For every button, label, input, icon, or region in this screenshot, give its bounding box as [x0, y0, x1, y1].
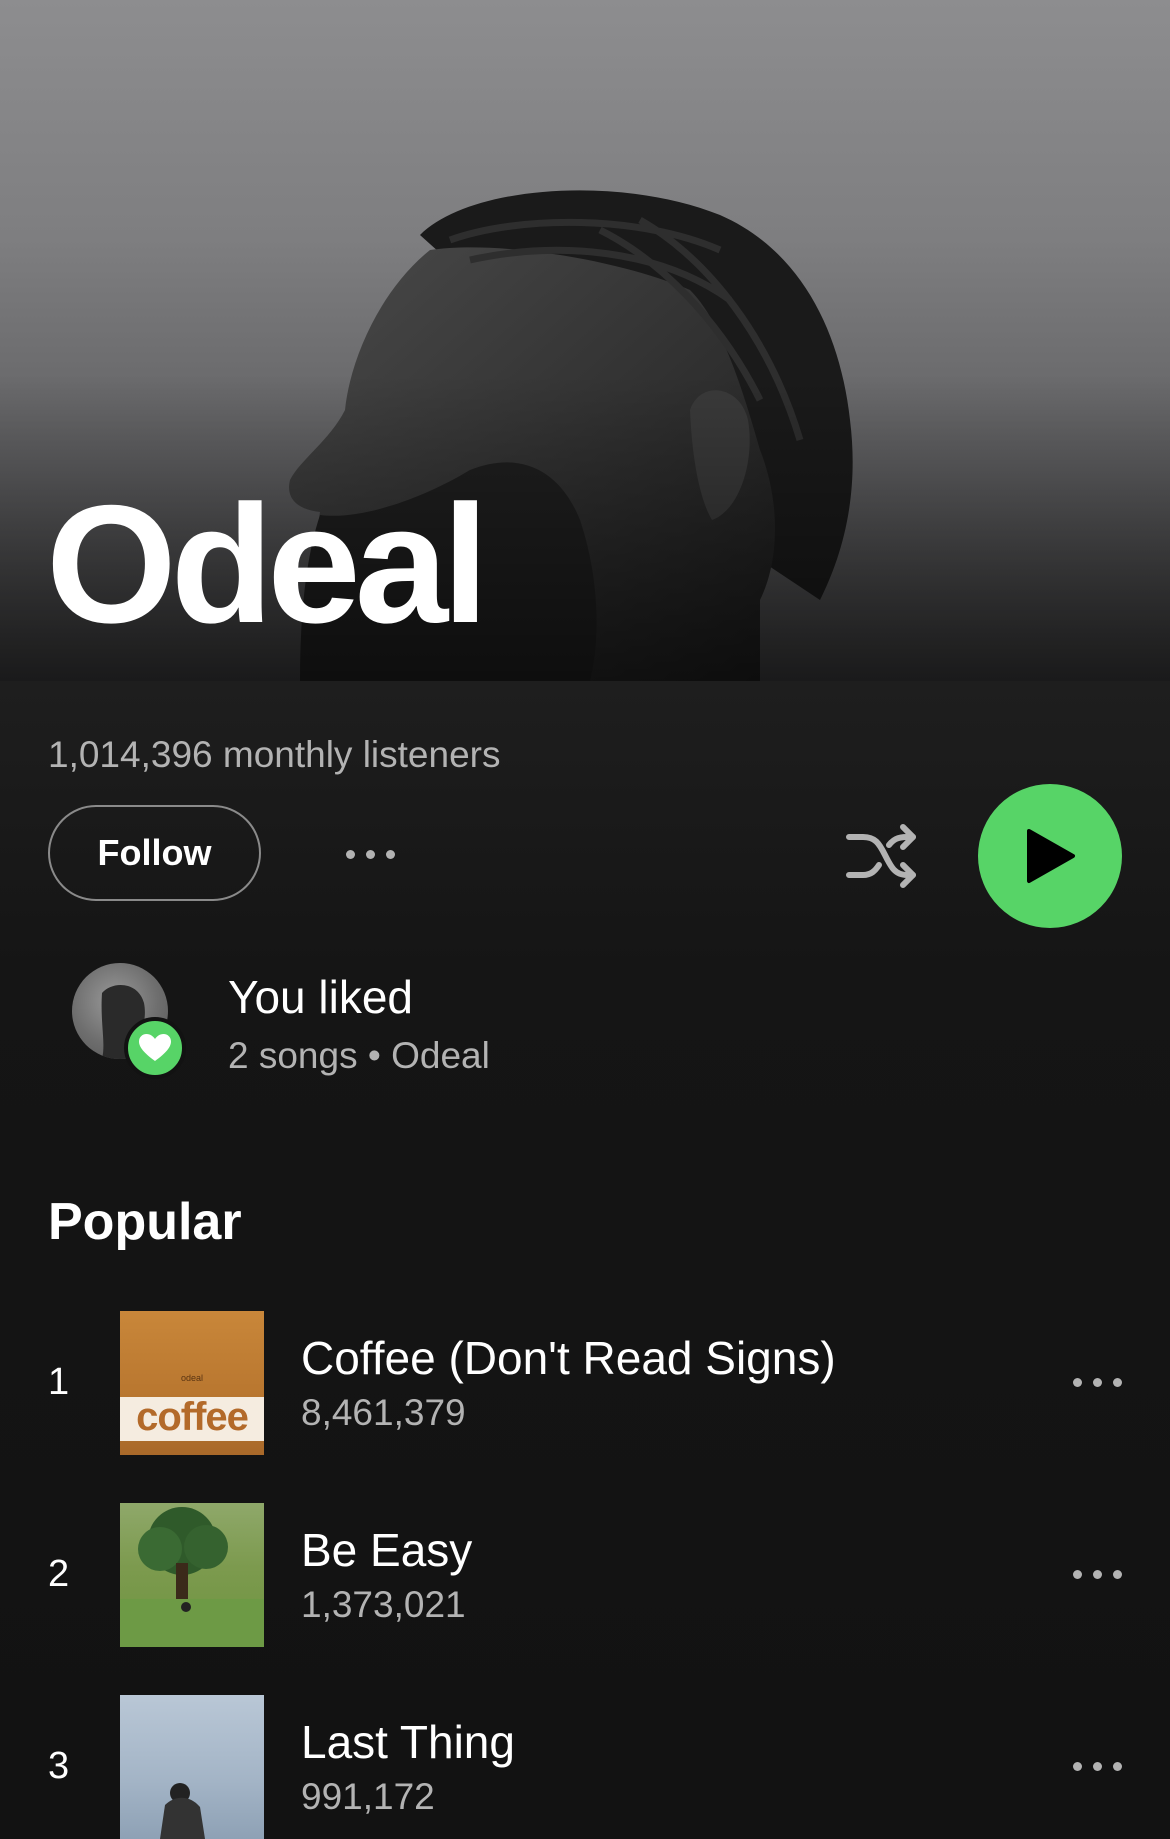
more-options-icon[interactable]: [346, 850, 395, 859]
track-plays: 991,172: [301, 1776, 435, 1817]
popular-heading: Popular: [48, 1193, 242, 1251]
track-rank: 1: [48, 1361, 70, 1403]
track-title: Coffee (Don't Read Signs): [301, 1332, 836, 1384]
track-cover-coffee: coffee odeal: [120, 1311, 264, 1455]
follow-button[interactable]: Follow: [48, 805, 261, 901]
track-row[interactable]: 1 coffee odeal Coffee (Don't Read Signs)…: [0, 1311, 1170, 1455]
track-rank: 3: [48, 1745, 70, 1787]
track-rank: 2: [48, 1553, 70, 1595]
artist-hero-image: Odeal: [0, 0, 1170, 681]
shuffle-icon[interactable]: [845, 823, 919, 889]
play-icon: [1027, 829, 1075, 883]
play-button[interactable]: [978, 784, 1122, 928]
heart-icon: [124, 1017, 186, 1079]
artist-name: Odeal: [46, 470, 489, 658]
liked-subtitle: 2 songs • Odeal: [228, 1035, 490, 1076]
track-plays: 1,373,021: [301, 1584, 466, 1625]
track-row[interactable]: 2 Be Easy 1,373,021: [0, 1503, 1170, 1647]
track-row[interactable]: 3 Last Thing 991,172: [0, 1695, 1170, 1839]
cover-small-text: odeal: [180, 1373, 204, 1383]
track-more-icon[interactable]: [1073, 1762, 1122, 1771]
cover-text: coffee: [136, 1395, 249, 1439]
track-more-icon[interactable]: [1073, 1378, 1122, 1387]
track-cover-be-easy: [120, 1503, 264, 1647]
liked-title[interactable]: You liked: [228, 970, 413, 1024]
track-title: Last Thing: [301, 1716, 515, 1768]
track-plays: 8,461,379: [301, 1392, 466, 1433]
monthly-listeners: 1,014,396 monthly listeners: [48, 734, 501, 775]
track-more-icon[interactable]: [1073, 1570, 1122, 1579]
track-title: Be Easy: [301, 1524, 473, 1576]
track-cover-last-thing: [120, 1695, 264, 1839]
